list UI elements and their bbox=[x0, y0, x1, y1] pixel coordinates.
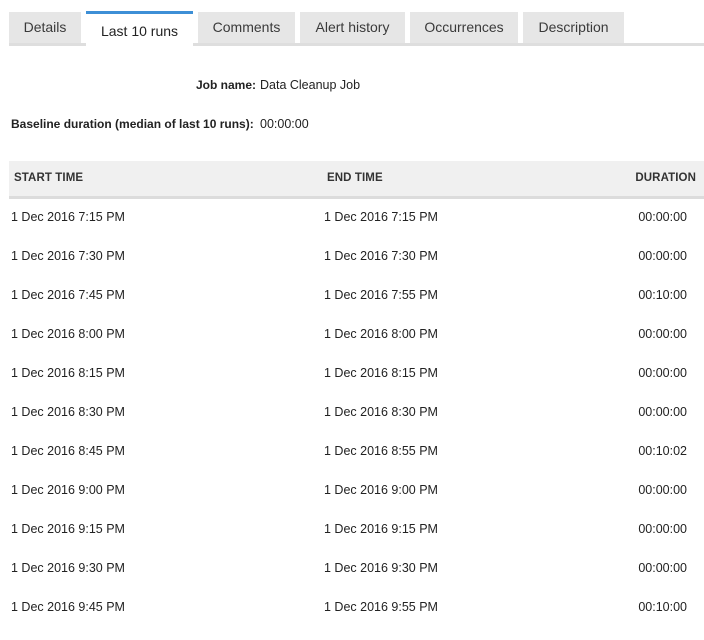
end-time-cell: 1 Dec 2016 9:15 PM bbox=[324, 522, 438, 536]
duration-cell: 00:00:00 bbox=[638, 561, 687, 575]
start-time-cell: 1 Dec 2016 8:00 PM bbox=[11, 327, 125, 341]
table-row: 1 Dec 2016 9:45 PM 1 Dec 2016 9:55 PM 00… bbox=[0, 588, 704, 627]
duration-cell: 00:00:00 bbox=[638, 483, 687, 497]
table-row: 1 Dec 2016 9:00 PM 1 Dec 2016 9:00 PM 00… bbox=[0, 471, 704, 510]
table-row: 1 Dec 2016 9:15 PM 1 Dec 2016 9:15 PM 00… bbox=[0, 510, 704, 549]
tab-alert-history[interactable]: Alert history bbox=[300, 12, 405, 43]
end-time-cell: 1 Dec 2016 7:30 PM bbox=[324, 249, 438, 263]
tab-details[interactable]: Details bbox=[9, 12, 81, 43]
start-time-cell: 1 Dec 2016 9:30 PM bbox=[11, 561, 125, 575]
end-time-cell: 1 Dec 2016 8:15 PM bbox=[324, 366, 438, 380]
duration-cell: 00:10:00 bbox=[638, 288, 687, 302]
table-row: 1 Dec 2016 7:15 PM 1 Dec 2016 7:15 PM 00… bbox=[0, 198, 704, 237]
tab-description[interactable]: Description bbox=[523, 12, 624, 43]
start-time-cell: 1 Dec 2016 9:45 PM bbox=[11, 600, 125, 614]
start-time-cell: 1 Dec 2016 8:15 PM bbox=[11, 366, 125, 380]
duration-cell: 00:00:00 bbox=[638, 405, 687, 419]
table-row: 1 Dec 2016 7:30 PM 1 Dec 2016 7:30 PM 00… bbox=[0, 237, 704, 276]
tab-occurrences[interactable]: Occurrences bbox=[410, 12, 518, 43]
table-row: 1 Dec 2016 7:45 PM 1 Dec 2016 7:55 PM 00… bbox=[0, 276, 704, 315]
end-time-cell: 1 Dec 2016 7:55 PM bbox=[324, 288, 438, 302]
end-time-cell: 1 Dec 2016 7:15 PM bbox=[324, 210, 438, 224]
start-time-cell: 1 Dec 2016 8:30 PM bbox=[11, 405, 125, 419]
job-name-value: Data Cleanup Job bbox=[260, 78, 361, 92]
table-row: 1 Dec 2016 8:15 PM 1 Dec 2016 8:15 PM 00… bbox=[0, 354, 704, 393]
runs-table-header: START TIME END TIME DURATION bbox=[9, 161, 704, 199]
end-time-cell: 1 Dec 2016 9:30 PM bbox=[324, 561, 438, 575]
start-time-cell: 1 Dec 2016 7:30 PM bbox=[11, 249, 125, 263]
start-time-cell: 1 Dec 2016 8:45 PM bbox=[11, 444, 125, 458]
start-time-cell: 1 Dec 2016 9:00 PM bbox=[11, 483, 125, 497]
end-time-cell: 1 Dec 2016 9:55 PM bbox=[324, 600, 438, 614]
duration-cell: 00:00:00 bbox=[638, 249, 687, 263]
end-time-cell: 1 Dec 2016 8:00 PM bbox=[324, 327, 438, 341]
baseline-duration-value: 00:00:00 bbox=[260, 117, 309, 131]
duration-cell: 00:00:00 bbox=[638, 366, 687, 380]
tab-last-10-runs[interactable]: Last 10 runs bbox=[86, 11, 193, 46]
table-row: 1 Dec 2016 8:30 PM 1 Dec 2016 8:30 PM 00… bbox=[0, 393, 704, 432]
column-header-start-time[interactable]: START TIME bbox=[14, 161, 83, 196]
duration-cell: 00:10:00 bbox=[638, 600, 687, 614]
duration-cell: 00:00:00 bbox=[638, 522, 687, 536]
job-name-label: Job name: bbox=[196, 78, 257, 92]
tab-comments[interactable]: Comments bbox=[198, 12, 295, 43]
duration-cell: 00:10:02 bbox=[638, 444, 687, 458]
column-header-duration[interactable]: DURATION bbox=[635, 161, 696, 196]
duration-cell: 00:00:00 bbox=[638, 327, 687, 341]
column-header-end-time[interactable]: END TIME bbox=[327, 161, 383, 196]
end-time-cell: 1 Dec 2016 8:55 PM bbox=[324, 444, 438, 458]
table-row: 1 Dec 2016 8:00 PM 1 Dec 2016 8:00 PM 00… bbox=[0, 315, 704, 354]
table-row: 1 Dec 2016 9:30 PM 1 Dec 2016 9:30 PM 00… bbox=[0, 549, 704, 588]
baseline-duration-label: Baseline duration (median of last 10 run… bbox=[11, 117, 254, 131]
duration-cell: 00:00:00 bbox=[638, 210, 687, 224]
end-time-cell: 1 Dec 2016 8:30 PM bbox=[324, 405, 438, 419]
end-time-cell: 1 Dec 2016 9:00 PM bbox=[324, 483, 438, 497]
table-row: 1 Dec 2016 8:45 PM 1 Dec 2016 8:55 PM 00… bbox=[0, 432, 704, 471]
start-time-cell: 1 Dec 2016 9:15 PM bbox=[11, 522, 125, 536]
tab-bar: Details Last 10 runs Comments Alert hist… bbox=[0, 0, 704, 46]
start-time-cell: 1 Dec 2016 7:45 PM bbox=[11, 288, 125, 302]
start-time-cell: 1 Dec 2016 7:15 PM bbox=[11, 210, 125, 224]
